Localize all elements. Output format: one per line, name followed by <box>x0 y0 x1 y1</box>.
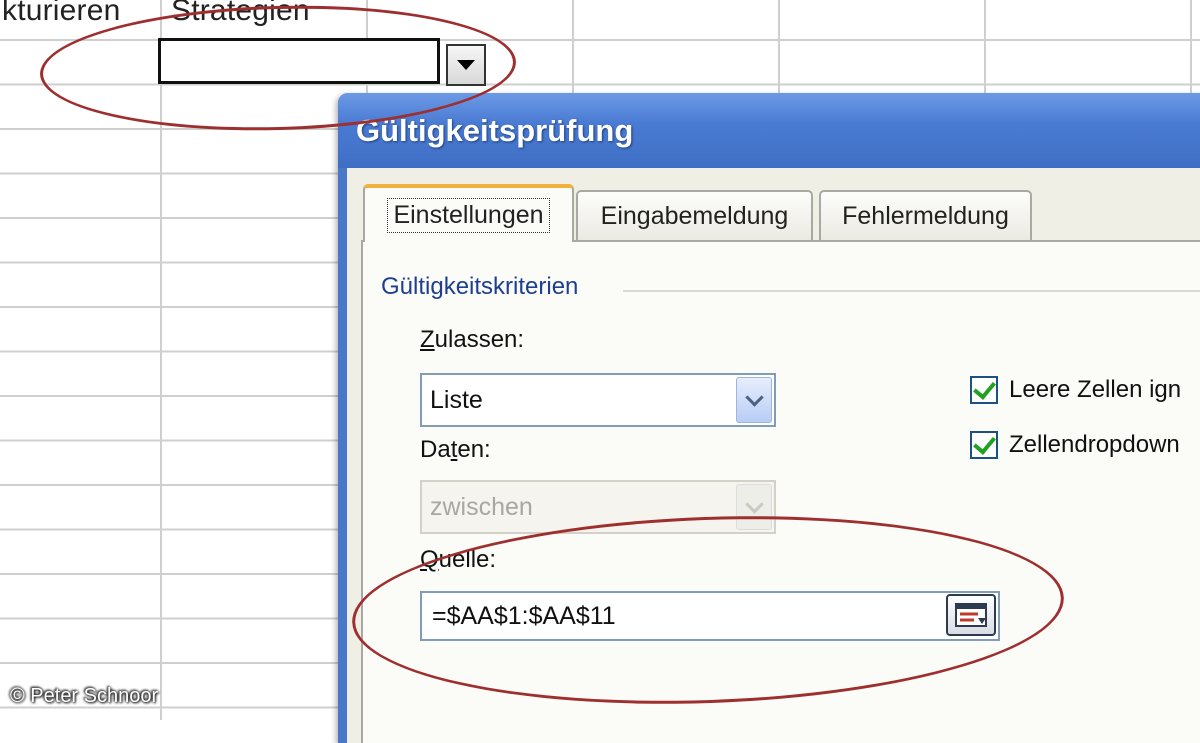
data-select: zwischen <box>420 480 776 534</box>
collapse-dialog-icon <box>955 603 987 627</box>
in-cell-dropdown-checkbox[interactable] <box>970 430 998 459</box>
in-cell-dropdown-label: Zellendropdown <box>1009 431 1180 458</box>
range-select-button[interactable] <box>946 594 996 636</box>
copyright-watermark: © Peter Schnoor <box>10 685 159 707</box>
data-dropdown-button <box>736 484 772 530</box>
allow-select[interactable]: Liste <box>420 373 776 427</box>
column-header-left: kturieren <box>2 0 121 27</box>
tab-label: Eingabemeldung <box>600 201 789 230</box>
group-label-criteria: Gültigkeitskriterien <box>381 273 579 300</box>
tab-eingabemeldung[interactable]: Eingabemeldung <box>576 190 813 240</box>
tab-einstellungen[interactable]: Einstellungen <box>363 184 574 242</box>
chevron-down-icon <box>744 494 764 514</box>
ignore-blank-label: Leere Zellen ign <box>1009 376 1182 403</box>
tab-fehlermeldung[interactable]: Fehlermeldung <box>819 190 1032 240</box>
dialog-title: Gültigkeitsprüfung <box>356 113 634 148</box>
cell-dropdown-button[interactable] <box>446 44 486 86</box>
data-label: Daten: <box>420 436 491 463</box>
selected-cell[interactable] <box>158 38 440 84</box>
column-header-strategies: Strategien <box>171 0 310 27</box>
source-label: Quelle: <box>420 546 497 573</box>
data-value: zwischen <box>430 492 533 521</box>
dialog-titlebar[interactable]: Gültigkeitsprüfung <box>338 93 1200 168</box>
allow-dropdown-button[interactable] <box>736 377 772 423</box>
tab-label: Einstellungen <box>387 197 550 233</box>
chevron-down-icon <box>744 387 764 407</box>
ignore-blank-checkbox[interactable] <box>970 375 998 404</box>
dropdown-arrow-icon <box>457 60 475 70</box>
tab-label: Fehlermeldung <box>842 201 1009 230</box>
allow-value: Liste <box>430 385 483 414</box>
check-icon <box>972 430 996 455</box>
source-input[interactable]: =$AA$1:$AA$11 <box>420 591 1000 641</box>
group-divider <box>623 290 1200 292</box>
check-icon <box>972 375 996 400</box>
source-value: =$AA$1:$AA$11 <box>432 601 616 630</box>
allow-label: Zulassen: <box>420 326 525 353</box>
validation-dialog: Gültigkeitsprüfung Einstellungen Eingabe… <box>338 93 1200 743</box>
